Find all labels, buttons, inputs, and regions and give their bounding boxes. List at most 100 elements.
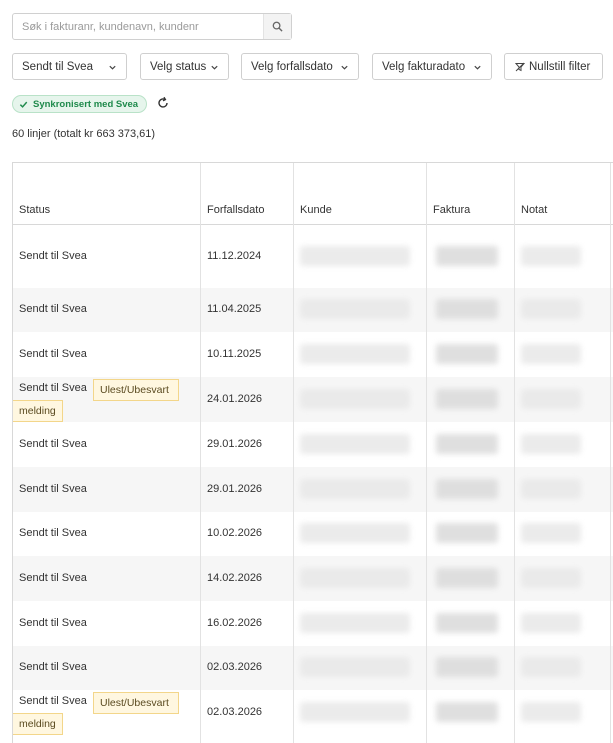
- column-header-customer[interactable]: Kunde: [300, 204, 332, 216]
- status-cell: Sendt til Svea: [19, 483, 87, 495]
- status-cell: Sendt til Svea: [19, 250, 87, 262]
- note-cell-redacted: [521, 479, 581, 499]
- customer-cell-redacted: [300, 657, 410, 677]
- due-date-cell: 11.04.2025: [207, 303, 262, 315]
- search-button[interactable]: [263, 14, 291, 39]
- filter-due-date[interactable]: Velg forfallsdato: [241, 53, 359, 80]
- filter-label: Nullstill filter: [529, 60, 591, 73]
- customer-cell-redacted: [300, 568, 410, 588]
- unread-message-badge-continued[interactable]: melding: [13, 713, 63, 735]
- invoice-cell-redacted: [436, 479, 498, 499]
- due-date-cell: 10.11.2025: [207, 348, 262, 360]
- column-header-note[interactable]: Notat: [521, 204, 547, 216]
- customer-cell-redacted: [300, 344, 410, 364]
- note-cell-redacted: [521, 389, 581, 409]
- note-cell-redacted: [521, 344, 581, 364]
- customer-cell-redacted: [300, 613, 410, 633]
- due-date-cell: 02.03.2026: [207, 661, 263, 673]
- table-row[interactable]: Sendt til Svea 10.02.2026: [13, 512, 613, 556]
- note-cell-redacted: [521, 246, 581, 266]
- invoice-cell-redacted: [436, 344, 498, 364]
- table-row[interactable]: Sendt til Svea 29.01.2026: [13, 422, 613, 467]
- customer-cell-redacted: [300, 246, 410, 266]
- invoice-cell-redacted: [436, 299, 498, 319]
- column-divider: [610, 163, 611, 743]
- invoice-cell-redacted: [436, 523, 498, 543]
- column-divider: [293, 163, 294, 743]
- column-header-invoice[interactable]: Faktura: [433, 204, 470, 216]
- status-cell: Sendt til Svea: [19, 661, 87, 673]
- customer-cell-redacted: [300, 702, 410, 722]
- check-icon: [19, 101, 28, 108]
- status-cell: Sendt til Svea: [19, 617, 87, 629]
- table-row[interactable]: Sendt til Svea Ulest/Ubesvart melding 02.03…: [13, 690, 613, 735]
- due-date-cell: 02.03.2026: [207, 706, 263, 718]
- note-cell-redacted: [521, 702, 581, 722]
- status-cell: Sendt til Svea: [19, 348, 87, 360]
- chevron-down-icon: [474, 65, 481, 70]
- table-row[interactable]: Sendt til Svea 16.02.2026: [13, 601, 613, 646]
- customer-cell-redacted: [300, 523, 410, 543]
- unread-message-badge[interactable]: Ulest/Ubesvart: [93, 379, 179, 401]
- filter-sent-to-svea[interactable]: Sendt til Svea: [12, 53, 127, 80]
- table-header: Status Forfallsdato Kunde Faktura Notat: [13, 163, 613, 225]
- due-date-cell: 16.02.2026: [207, 617, 263, 629]
- unread-message-badge-continued[interactable]: melding: [13, 400, 63, 422]
- column-divider: [514, 163, 515, 743]
- invoice-cell-redacted: [436, 657, 498, 677]
- table-row[interactable]: Sendt til Svea 10.11.2025: [13, 332, 613, 377]
- due-date-cell: 29.01.2026: [207, 438, 263, 450]
- column-header-status[interactable]: Status: [19, 204, 50, 216]
- note-cell-redacted: [521, 613, 581, 633]
- sync-label: Synkronisert med Svea: [33, 98, 139, 110]
- due-date-cell: 11.12.2024: [207, 250, 262, 262]
- filter-label: Velg forfallsdato: [251, 60, 333, 73]
- sync-status-badge: Synkronisert med Svea: [12, 95, 148, 113]
- invoice-cell-redacted: [436, 702, 498, 722]
- note-cell-redacted: [521, 523, 581, 543]
- note-cell-redacted: [521, 657, 581, 677]
- note-cell-redacted: [521, 568, 581, 588]
- filter-status[interactable]: Velg status: [140, 53, 229, 80]
- reset-filter-button[interactable]: Nullstill filter: [504, 53, 603, 80]
- column-header-due-date[interactable]: Forfallsdato: [207, 204, 264, 216]
- filter-invoice-date[interactable]: Velg fakturadato: [372, 53, 492, 80]
- due-date-cell: 14.02.2026: [207, 572, 263, 584]
- invoice-cell-redacted: [436, 568, 498, 588]
- due-date-cell: 24.01.2026: [207, 393, 263, 405]
- table-row[interactable]: Sendt til Svea Ulest/Ubesvart melding 24.01…: [13, 377, 613, 422]
- search-icon: [272, 21, 283, 32]
- search-input[interactable]: [13, 14, 263, 39]
- filter-clear-icon: [515, 62, 525, 71]
- column-divider: [426, 163, 427, 743]
- customer-cell-redacted: [300, 479, 410, 499]
- table-row[interactable]: Sendt til Svea 14.02.2026: [13, 556, 613, 601]
- invoice-table: Status Forfallsdato Kunde Faktura Notat …: [12, 162, 613, 743]
- note-cell-redacted: [521, 299, 581, 319]
- row-count-summary: 60 linjer (totalt kr 663 373,61): [12, 128, 156, 140]
- table-row[interactable]: Sendt til Svea 11.04.2025: [13, 288, 613, 332]
- invoice-cell-redacted: [436, 389, 498, 409]
- column-divider: [200, 163, 201, 743]
- customer-cell-redacted: [300, 299, 410, 319]
- chevron-down-icon: [109, 65, 116, 70]
- status-cell: Sendt til Svea: [19, 695, 87, 707]
- table-row[interactable]: Sendt til Svea 02.03.2026: [13, 646, 613, 690]
- invoice-cell-redacted: [436, 434, 498, 454]
- unread-message-badge[interactable]: Ulest/Ubesvart: [93, 692, 179, 714]
- invoice-cell-redacted: [436, 613, 498, 633]
- filter-label: Velg status: [150, 60, 207, 73]
- table-row[interactable]: Sendt til Svea 29.01.2026: [13, 467, 613, 512]
- status-cell: Sendt til Svea: [19, 303, 87, 315]
- table-row[interactable]: Sendt til Svea 11.12.2024: [13, 225, 613, 288]
- chevron-down-icon: [341, 65, 348, 70]
- customer-cell-redacted: [300, 434, 410, 454]
- status-cell: Sendt til Svea: [19, 572, 87, 584]
- due-date-cell: 10.02.2026: [207, 527, 263, 539]
- refresh-icon[interactable]: [156, 96, 170, 110]
- note-cell-redacted: [521, 434, 581, 454]
- search-box: [12, 13, 292, 40]
- invoice-cell-redacted: [436, 246, 498, 266]
- filter-label: Velg fakturadato: [382, 60, 466, 73]
- due-date-cell: 29.01.2026: [207, 483, 263, 495]
